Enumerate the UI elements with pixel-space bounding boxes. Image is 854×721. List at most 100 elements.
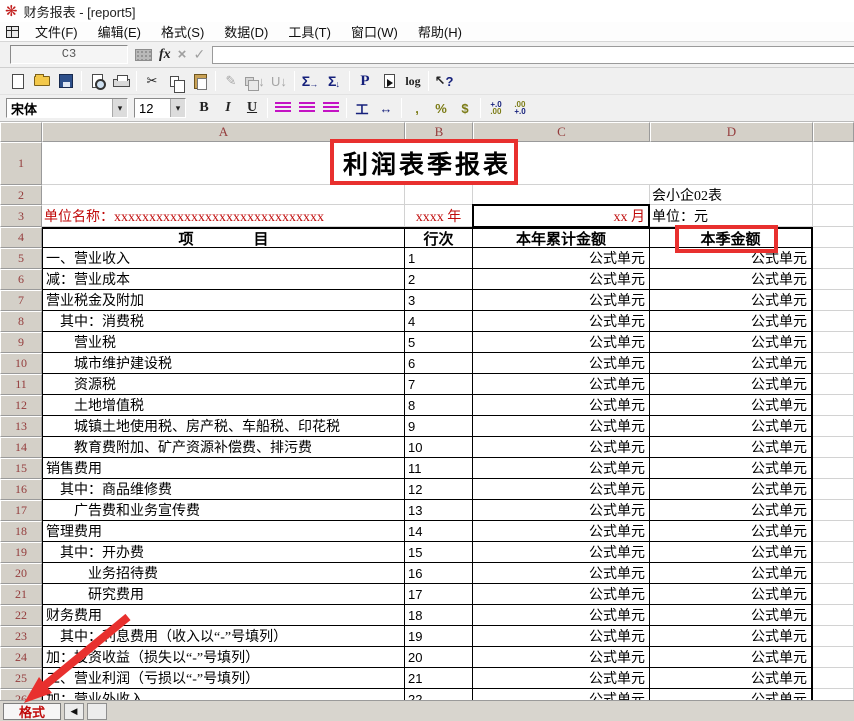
- ytd-amount-cell[interactable]: 公式单元: [473, 479, 650, 500]
- item-cell[interactable]: 业务招待费: [42, 563, 405, 584]
- item-cell[interactable]: 资源税: [42, 374, 405, 395]
- quarter-amount-cell[interactable]: 公式单元: [650, 332, 813, 353]
- ytd-amount-cell[interactable]: 公式单元: [473, 311, 650, 332]
- item-cell[interactable]: 教育费附加、矿产资源补偿费、排污费: [42, 437, 405, 458]
- open-file-button[interactable]: [30, 70, 54, 92]
- copy-button[interactable]: [164, 70, 188, 92]
- quarter-amount-cell[interactable]: 公式单元: [650, 437, 813, 458]
- line-number-cell[interactable]: 5: [405, 332, 473, 353]
- comma-style-button[interactable]: ,: [405, 97, 429, 119]
- empty-cell[interactable]: [813, 332, 854, 353]
- empty-cell[interactable]: [813, 689, 854, 700]
- line-number-cell[interactable]: 17: [405, 584, 473, 605]
- sheet-tab-format[interactable]: 格式: [3, 703, 61, 720]
- menu-item[interactable]: 工具(T): [278, 24, 341, 41]
- log-button[interactable]: log: [401, 70, 425, 92]
- item-cell[interactable]: 加：营业外收入: [42, 689, 405, 700]
- empty-cell[interactable]: [813, 311, 854, 332]
- line-number-cell[interactable]: 20: [405, 647, 473, 668]
- empty-cell[interactable]: [813, 647, 854, 668]
- item-cell[interactable]: 销售费用: [42, 458, 405, 479]
- empty-cell[interactable]: [473, 185, 650, 205]
- p-format-button[interactable]: P: [353, 70, 377, 92]
- row-number[interactable]: 11: [0, 374, 42, 395]
- print-preview-button[interactable]: [85, 70, 109, 92]
- empty-cell[interactable]: [813, 563, 854, 584]
- row-number[interactable]: 20: [0, 563, 42, 584]
- ytd-amount-cell[interactable]: 公式单元: [473, 437, 650, 458]
- item-cell[interactable]: 其中：利息费用（收入以“-”号填列）: [42, 626, 405, 647]
- item-cell[interactable]: 其中：商品维修费: [42, 479, 405, 500]
- unit-cell[interactable]: 单位：元: [650, 205, 813, 227]
- formula-input[interactable]: [212, 46, 854, 64]
- bold-button[interactable]: B: [192, 97, 216, 119]
- item-cell[interactable]: 其中：消费税: [42, 311, 405, 332]
- column-header-b[interactable]: B: [405, 122, 473, 142]
- line-number-cell[interactable]: 19: [405, 626, 473, 647]
- cell-reference-box[interactable]: C3: [10, 45, 128, 64]
- menu-item[interactable]: 编辑(E): [88, 24, 151, 41]
- header-ytd-amount[interactable]: 本年累计金额: [473, 227, 650, 248]
- empty-cell[interactable]: [813, 205, 854, 227]
- percent-style-button[interactable]: %: [429, 97, 453, 119]
- quarter-amount-cell[interactable]: 公式单元: [650, 416, 813, 437]
- ytd-amount-cell[interactable]: 公式单元: [473, 269, 650, 290]
- empty-cell[interactable]: [813, 521, 854, 542]
- ytd-amount-cell[interactable]: 公式单元: [473, 521, 650, 542]
- item-cell[interactable]: 营业税金及附加: [42, 290, 405, 311]
- line-number-cell[interactable]: 8: [405, 395, 473, 416]
- line-number-cell[interactable]: 11: [405, 458, 473, 479]
- align-center-button[interactable]: [295, 97, 319, 119]
- line-number-cell[interactable]: 13: [405, 500, 473, 521]
- row-number[interactable]: 17: [0, 500, 42, 521]
- empty-cell[interactable]: [813, 269, 854, 290]
- page-arrow-button[interactable]: [377, 70, 401, 92]
- row-number[interactable]: 21: [0, 584, 42, 605]
- empty-cell[interactable]: [813, 248, 854, 269]
- italic-button[interactable]: I: [216, 97, 240, 119]
- row-number[interactable]: 12: [0, 395, 42, 416]
- format-painter-button[interactable]: ✎: [219, 70, 243, 92]
- context-help-button[interactable]: ↖ ?: [432, 70, 456, 92]
- row-number[interactable]: 6: [0, 269, 42, 290]
- ytd-amount-cell[interactable]: 公式单元: [473, 395, 650, 416]
- menu-item[interactable]: 窗口(W): [341, 24, 408, 41]
- menu-item[interactable]: 数据(D): [214, 24, 278, 41]
- ytd-amount-cell[interactable]: 公式单元: [473, 290, 650, 311]
- row-number[interactable]: 16: [0, 479, 42, 500]
- line-number-cell[interactable]: 14: [405, 521, 473, 542]
- quarter-amount-cell[interactable]: 公式单元: [650, 353, 813, 374]
- function-icon[interactable]: fx: [159, 47, 171, 63]
- quarter-amount-cell[interactable]: 公式单元: [650, 248, 813, 269]
- empty-cell[interactable]: [813, 395, 854, 416]
- column-header-e[interactable]: [813, 122, 854, 142]
- ytd-amount-cell[interactable]: 公式单元: [473, 605, 650, 626]
- quarter-amount-cell[interactable]: 公式单元: [650, 668, 813, 689]
- font-size-select[interactable]: 12 ▾: [134, 98, 186, 118]
- ytd-amount-cell[interactable]: 公式单元: [473, 458, 650, 479]
- column-width-button[interactable]: ↔: [374, 97, 398, 119]
- align-left-button[interactable]: [271, 97, 295, 119]
- line-number-cell[interactable]: 22: [405, 689, 473, 700]
- empty-cell[interactable]: [813, 542, 854, 563]
- menu-item[interactable]: 帮助(H): [408, 24, 472, 41]
- year-cell[interactable]: xxxx 年: [405, 205, 473, 227]
- quarter-amount-cell[interactable]: 公式单元: [650, 521, 813, 542]
- quarter-amount-cell[interactable]: 公式单元: [650, 542, 813, 563]
- row-number[interactable]: 13: [0, 416, 42, 437]
- empty-cell[interactable]: [813, 185, 854, 205]
- keyboard-icon[interactable]: [135, 49, 152, 61]
- header-item[interactable]: 项 目: [42, 227, 405, 248]
- row-number[interactable]: 9: [0, 332, 42, 353]
- empty-cell[interactable]: [42, 185, 405, 205]
- item-cell[interactable]: 城镇土地使用税、房产税、车船税、印花税: [42, 416, 405, 437]
- form-code-cell[interactable]: 会小企02表: [650, 185, 813, 205]
- row-number[interactable]: 8: [0, 311, 42, 332]
- header-quarter-amount[interactable]: 本季金额: [650, 227, 813, 248]
- row-number[interactable]: 14: [0, 437, 42, 458]
- select-all-corner[interactable]: [0, 122, 42, 142]
- currency-style-button[interactable]: $: [453, 97, 477, 119]
- quarter-amount-cell[interactable]: 公式单元: [650, 479, 813, 500]
- ytd-amount-cell[interactable]: 公式单元: [473, 542, 650, 563]
- save-button[interactable]: [54, 70, 78, 92]
